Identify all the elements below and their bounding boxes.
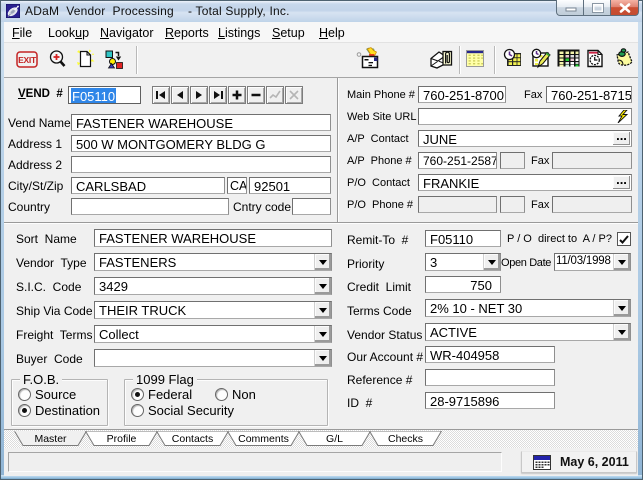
svg-text:EXIT: EXIT xyxy=(18,55,37,65)
